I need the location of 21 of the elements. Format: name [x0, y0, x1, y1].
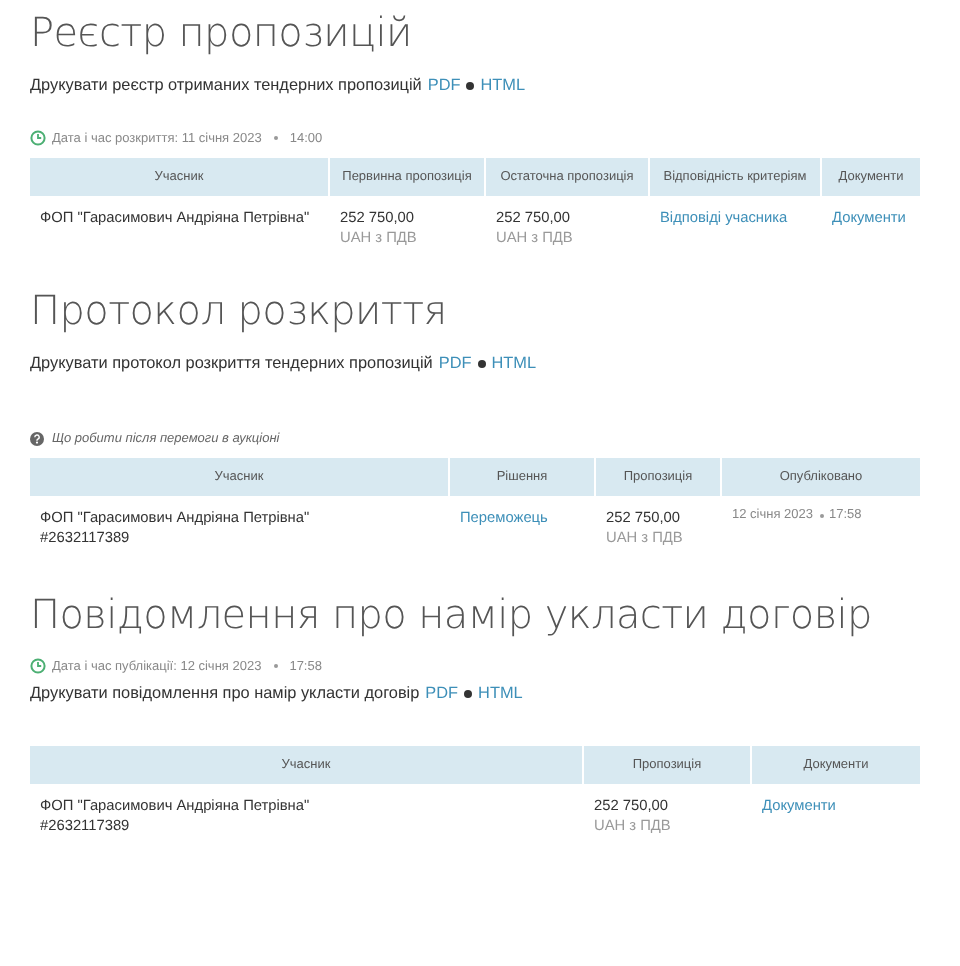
separator-dot — [466, 81, 475, 89]
section-title: Протокол розкриття — [30, 286, 449, 334]
help-icon — [30, 432, 44, 446]
format-link[interactable]: PDF — [427, 76, 461, 94]
print-label: Друкувати протокол розкриття тендерних пропозицій — [30, 354, 433, 372]
print-label: Друкувати повідомлення про намір укласти договір — [30, 684, 420, 702]
clock-icon — [30, 658, 46, 674]
format-link[interactable]: HTML — [480, 76, 526, 94]
format-link[interactable]: PDF — [438, 354, 472, 372]
format-link[interactable]: HTML — [478, 684, 523, 702]
separator-dot — [477, 359, 486, 367]
format-link[interactable]: PDF — [425, 684, 459, 702]
separator-dot — [819, 513, 823, 517]
section-title: Реєстр пропозицій — [30, 8, 414, 56]
separator-dot — [464, 689, 473, 697]
format-link[interactable]: HTML — [491, 354, 537, 372]
separator-dot — [273, 136, 278, 140]
section-title: Повідомлення про намір укласти договір — [30, 590, 874, 638]
separator-dot — [273, 664, 278, 668]
print-label: Друкувати реєстр отриманих тендерних пропозицій — [30, 76, 422, 94]
clock-icon — [30, 130, 46, 146]
